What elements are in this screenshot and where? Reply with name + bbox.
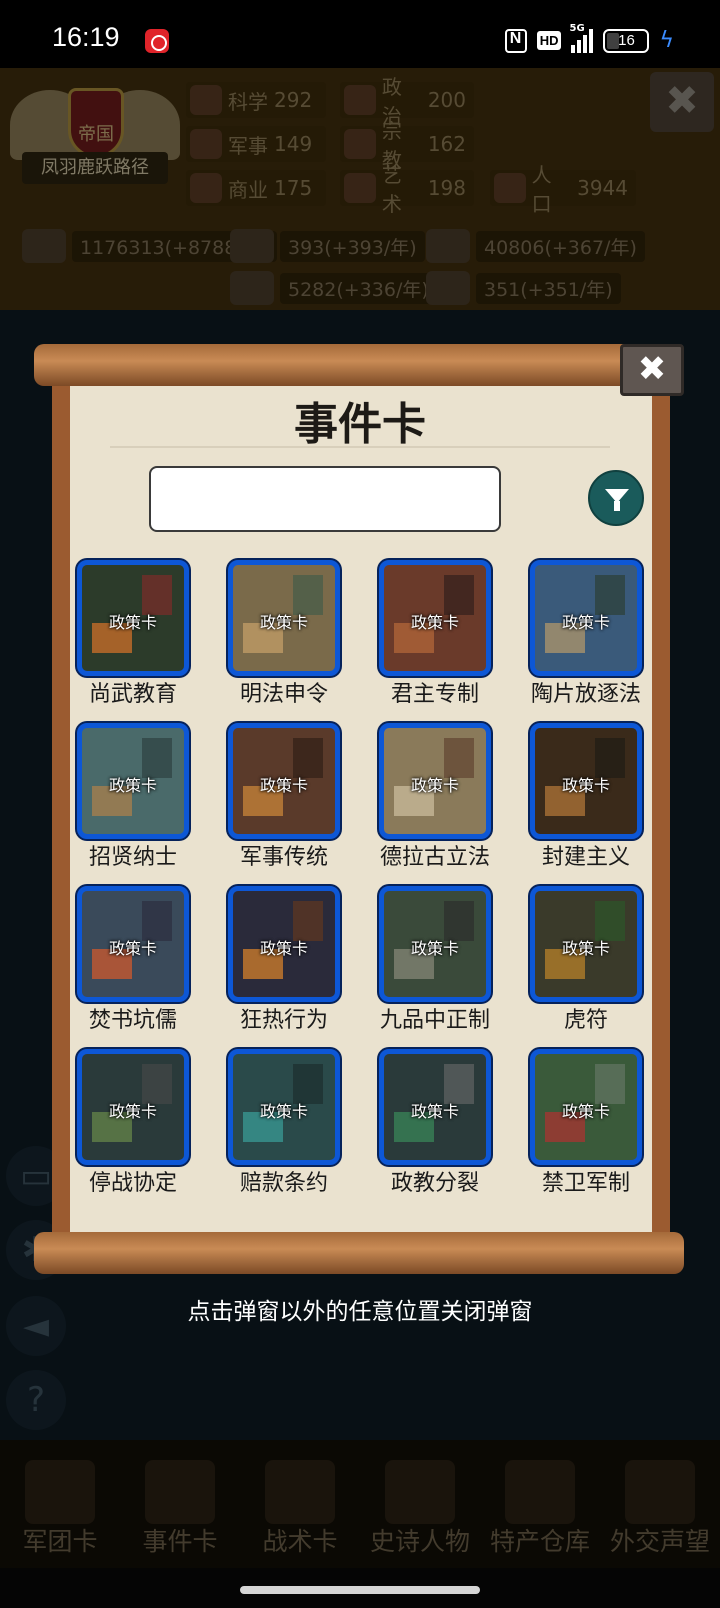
card-label: 赔款条约 <box>239 1171 328 1196</box>
card-label: 虎符 <box>563 1008 608 1033</box>
card-image: 政策卡 <box>228 1049 340 1165</box>
event-card[interactable]: 政策卡 君主专制 <box>374 560 525 707</box>
card-image: 政策卡 <box>228 560 340 676</box>
card-image: 政策卡 <box>77 560 189 676</box>
scroll-bottom-rod <box>34 1232 684 1274</box>
card-image: 政策卡 <box>379 560 491 676</box>
notification-app-icon <box>145 29 169 53</box>
status-time: 16:19 <box>52 22 120 52</box>
card-type-tag: 政策卡 <box>259 1102 308 1121</box>
card-type-tag: 政策卡 <box>561 776 610 795</box>
dialog-title: 事件卡 <box>294 399 426 450</box>
card-label: 禁卫军制 <box>541 1171 630 1196</box>
card-image: 政策卡 <box>530 886 642 1002</box>
hd-icon: HD <box>536 31 562 50</box>
event-card[interactable]: 政策卡 政教分裂 <box>374 1049 525 1196</box>
card-type-tag: 政策卡 <box>410 1102 459 1121</box>
card-label: 德拉古立法 <box>379 845 490 870</box>
card-image: 政策卡 <box>379 886 491 1002</box>
card-image: 政策卡 <box>379 723 491 839</box>
card-label: 明法申令 <box>239 682 328 707</box>
card-label: 陶片放逐法 <box>530 682 641 707</box>
filter-button[interactable] <box>588 470 644 526</box>
card-label: 政教分裂 <box>390 1171 479 1196</box>
card-type-tag: 政策卡 <box>108 939 157 958</box>
card-label: 招贤纳士 <box>88 845 177 870</box>
scroll-top-rod <box>34 344 674 386</box>
event-card[interactable]: 政策卡 禁卫军制 <box>525 1049 676 1196</box>
card-type-tag: 政策卡 <box>259 939 308 958</box>
event-card[interactable]: 政策卡 赔款条约 <box>223 1049 374 1196</box>
title-divider <box>110 446 610 448</box>
event-card[interactable]: 政策卡 封建主义 <box>525 723 676 870</box>
card-image: 政策卡 <box>77 1049 189 1165</box>
card-label: 停战协定 <box>88 1171 177 1196</box>
event-card[interactable]: 政策卡 尚武教育 <box>72 560 223 707</box>
card-grid: 政策卡 尚武教育 政策卡 明法申令 政策卡 君主专制 政策卡 陶片放逐法 政策卡 招贤纳士 政策卡军… <box>72 560 656 1196</box>
card-image: 政策卡 <box>379 1049 491 1165</box>
card-label: 君主专制 <box>390 682 479 707</box>
card-type-tag: 政策卡 <box>108 776 157 795</box>
battery-level: 16 <box>618 31 635 49</box>
card-type-tag: 政策卡 <box>108 1102 157 1121</box>
charging-icon: ϟ <box>659 28 674 53</box>
search-input[interactable] <box>149 466 501 532</box>
card-image: 政策卡 <box>530 723 642 839</box>
close-dialog-button[interactable]: ✖ <box>620 344 684 396</box>
event-card[interactable]: 政策卡 焚书坑儒 <box>72 886 223 1033</box>
status-icons: HD 5G 16 ϟ <box>504 23 674 53</box>
event-card[interactable]: 政策卡 德拉古立法 <box>374 723 525 870</box>
nfc-icon <box>504 28 527 53</box>
signal-icon: 5G <box>569 23 594 53</box>
network-type: 5G <box>569 22 585 34</box>
event-card[interactable]: 政策卡 军事传统 <box>223 723 374 870</box>
card-type-tag: 政策卡 <box>561 613 610 632</box>
event-card[interactable]: 政策卡 明法申令 <box>223 560 374 707</box>
card-image: 政策卡 <box>530 560 642 676</box>
card-type-tag: 政策卡 <box>410 939 459 958</box>
event-card[interactable]: 政策卡 陶片放逐法 <box>525 560 676 707</box>
card-label: 焚书坑儒 <box>88 1008 177 1033</box>
event-card[interactable]: 政策卡 九品中正制 <box>374 886 525 1033</box>
card-label: 九品中正制 <box>379 1008 490 1033</box>
event-card[interactable]: 政策卡 狂热行为 <box>223 886 374 1033</box>
event-card[interactable]: 政策卡 招贤纳士 <box>72 723 223 870</box>
card-label: 军事传统 <box>239 845 328 870</box>
card-image: 政策卡 <box>77 723 189 839</box>
card-type-tag: 政策卡 <box>410 613 459 632</box>
battery-icon: 16 <box>603 28 650 53</box>
card-label: 尚武教育 <box>88 682 177 707</box>
card-label: 狂热行为 <box>239 1008 328 1033</box>
card-label: 封建主义 <box>541 845 630 870</box>
card-type-tag: 政策卡 <box>259 613 308 632</box>
card-type-tag: 政策卡 <box>259 776 308 795</box>
card-type-tag: 政策卡 <box>108 613 157 632</box>
card-type-tag: 政策卡 <box>410 776 459 795</box>
close-hint: 点击弹窗以外的任意位置关闭弹窗 <box>187 1299 533 1325</box>
event-card[interactable]: 政策卡 停战协定 <box>72 1049 223 1196</box>
gesture-bar[interactable] <box>240 1586 480 1594</box>
card-image: 政策卡 <box>228 886 340 1002</box>
card-image: 政策卡 <box>77 886 189 1002</box>
card-image: 政策卡 <box>228 723 340 839</box>
card-image: 政策卡 <box>530 1049 642 1165</box>
event-card[interactable]: 政策卡 虎符 <box>525 886 676 1033</box>
card-type-tag: 政策卡 <box>561 1102 610 1121</box>
card-type-tag: 政策卡 <box>561 939 610 958</box>
